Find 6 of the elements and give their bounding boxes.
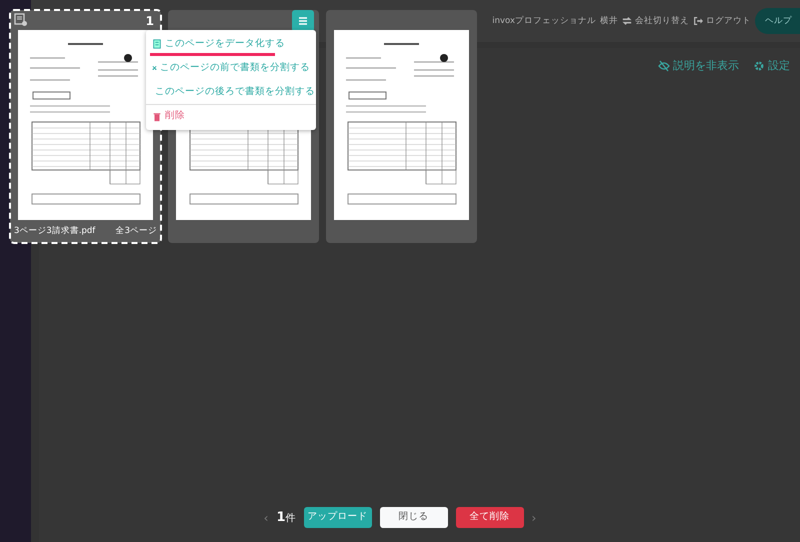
file-name: 3ページ3請求書.pdf (14, 225, 96, 238)
plan-name: invoxプロフェッショナル (492, 14, 596, 28)
page-number: 1 (146, 13, 154, 30)
user-name: 横井 (600, 14, 618, 28)
page-count: 全3ページ (116, 225, 157, 238)
item-count: 1件 (276, 508, 296, 527)
